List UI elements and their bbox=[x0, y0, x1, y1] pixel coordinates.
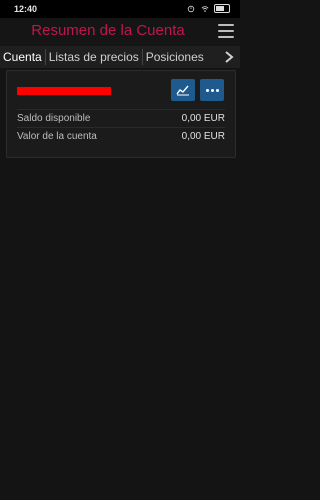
row-value: 0,00 EUR bbox=[181, 113, 225, 124]
row-label: Valor de la cuenta bbox=[17, 131, 97, 142]
system-icons bbox=[186, 4, 230, 13]
line-chart-icon bbox=[176, 85, 189, 96]
status-time: 12:40 bbox=[14, 4, 38, 14]
page-title: Resumen de la Cuenta bbox=[31, 22, 185, 39]
hamburger-icon-bar bbox=[218, 36, 234, 38]
battery-icon bbox=[214, 4, 230, 13]
redacted-account-name bbox=[17, 87, 111, 95]
chevron-right-icon[interactable] bbox=[222, 50, 236, 64]
more-icon bbox=[205, 88, 219, 92]
chart-button[interactable] bbox=[171, 79, 195, 101]
tab-listas-de-precios[interactable]: Listas de precios bbox=[46, 46, 142, 68]
tab-posiciones[interactable]: Posiciones bbox=[143, 46, 207, 68]
tab-cuenta[interactable]: Cuenta bbox=[0, 46, 45, 68]
account-card: Saldo disponible 0,00 EUR Valor de la cu… bbox=[6, 70, 236, 158]
app-header: Resumen de la Cuenta bbox=[0, 18, 240, 46]
more-options-button[interactable] bbox=[200, 79, 224, 101]
account-row-account-value: Valor de la cuenta 0,00 EUR bbox=[17, 127, 225, 144]
menu-button[interactable] bbox=[218, 24, 234, 38]
status-bar: 12:40 bbox=[0, 0, 240, 18]
hamburger-icon-bar bbox=[218, 24, 234, 26]
row-label: Saldo disponible bbox=[17, 113, 91, 124]
tab-bar: Cuenta Listas de precios Posiciones bbox=[0, 46, 240, 68]
hamburger-icon-bar bbox=[218, 30, 234, 32]
row-value: 0,00 EUR bbox=[181, 131, 225, 142]
wifi-icon bbox=[201, 5, 209, 12]
alarm-icon bbox=[187, 5, 195, 12]
account-row-available-balance: Saldo disponible 0,00 EUR bbox=[17, 109, 225, 126]
